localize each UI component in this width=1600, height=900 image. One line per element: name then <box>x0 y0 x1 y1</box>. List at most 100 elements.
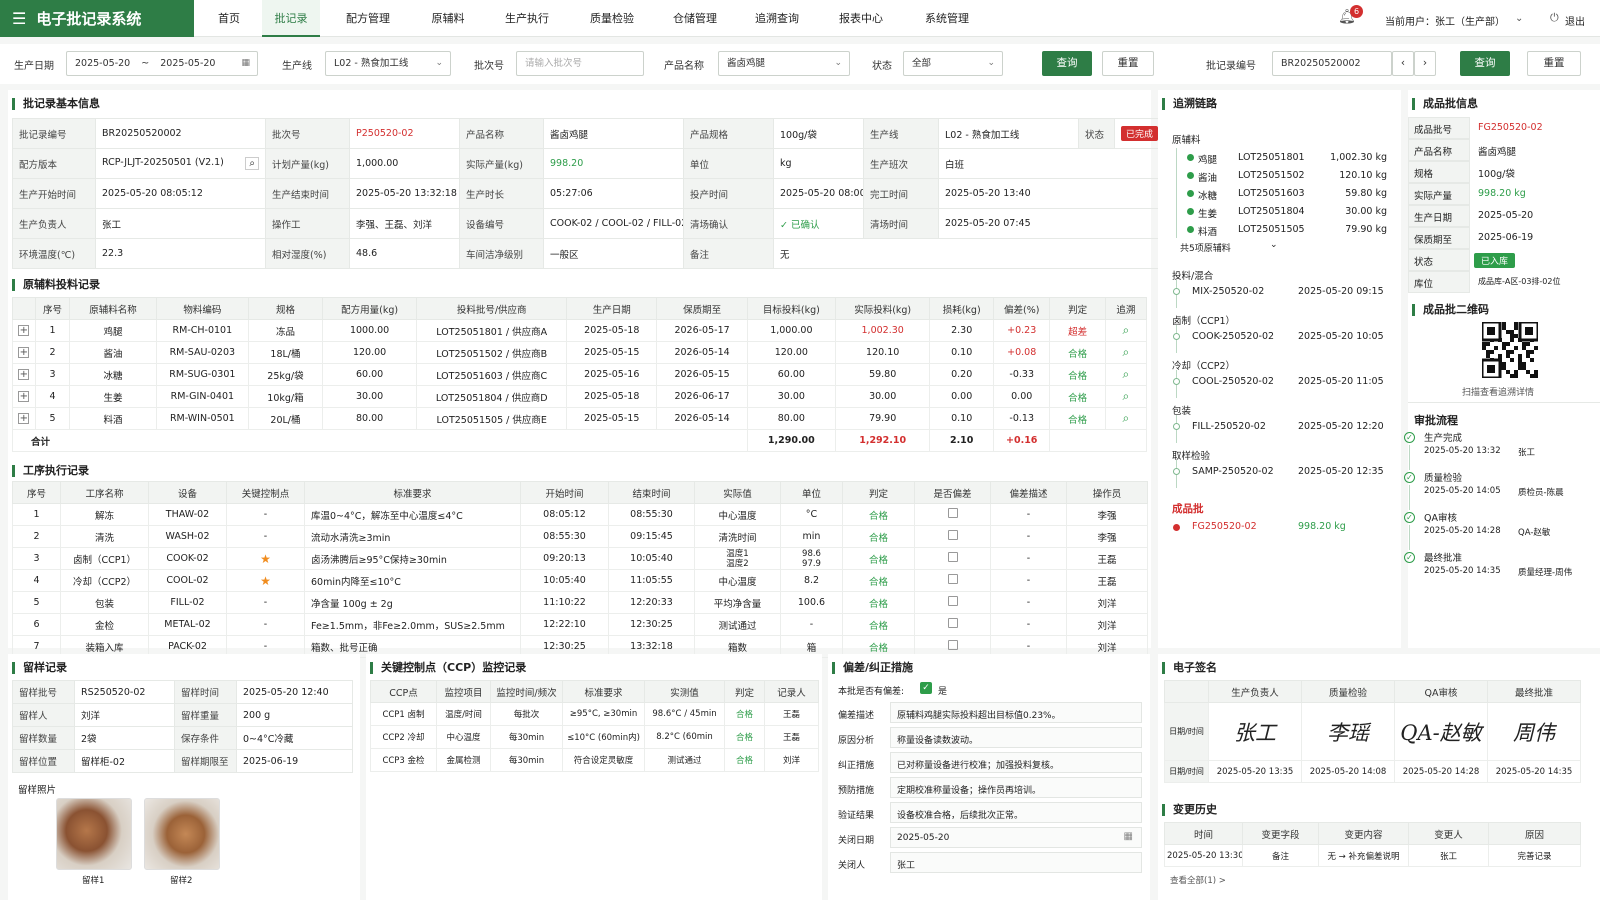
expand-cell[interactable]: + <box>12 385 36 408</box>
nav-trace[interactable]: 追溯查询 <box>742 0 812 37</box>
record-no-input[interactable]: BR20250520002 <box>1272 51 1392 76</box>
search-icon[interactable]: ⌕ <box>245 157 259 170</box>
nav-materials[interactable]: 原辅料 <box>418 0 478 37</box>
raw-name[interactable]: 鸡腿 <box>1198 152 1217 166</box>
history-more-link[interactable]: 查看全部(1) > <box>1170 874 1226 886</box>
date-range-picker[interactable]: 2025-05-20 ~ 2025-05-20 ▦ <box>66 51 258 76</box>
raw-lot[interactable]: LOT25051603 <box>1238 188 1305 199</box>
has-deviation-checkbox[interactable]: ✓ <box>920 682 932 694</box>
table-row[interactable]: 5 包装 FILL-02- 净含量 100g ± 2g 11:10:22 12:20:33… <box>12 591 1148 614</box>
deviation-checkbox[interactable] <box>947 618 958 628</box>
deviation-checkbox[interactable] <box>947 596 958 606</box>
deviation-check-cell[interactable] <box>914 613 991 636</box>
deviation-checkbox[interactable] <box>947 574 958 584</box>
trace-cell[interactable]: ⌕ <box>1104 363 1148 386</box>
line-select[interactable]: L02 - 熟食加工线 ⌄ <box>325 51 451 76</box>
deviation-check-cell[interactable] <box>914 503 991 526</box>
deviation-checkbox[interactable] <box>947 552 958 562</box>
table-row[interactable]: +4 生姜 RM-GIN-0401 10kg/箱 30.00 LOT25051804 / … <box>12 385 1148 408</box>
chevron-down-icon[interactable]: ⌄ <box>1515 13 1523 24</box>
trace-cell[interactable]: ⌕ <box>1104 341 1148 364</box>
table-row[interactable]: CCP3 金检 金属检测 每30min 符合设定灵敏度 测试通过 合格 刘洋 <box>370 748 819 772</box>
calendar-icon[interactable]: ▦ <box>1124 831 1133 842</box>
expand-icon[interactable]: + <box>18 369 30 380</box>
menu-icon[interactable]: ☰ <box>12 9 26 28</box>
table-row[interactable]: 2025-05-20 13:30 备注无 → 补充偏差说明 张工 完善记录 <box>1164 844 1581 867</box>
expand-icon[interactable]: + <box>18 391 30 402</box>
search-icon[interactable]: ⌕ <box>1123 323 1130 337</box>
raw-more-toggle[interactable]: 共5项原辅料 <box>1180 241 1231 254</box>
qr-code-icon[interactable] <box>1482 322 1538 378</box>
deviation-check-cell[interactable] <box>914 525 991 548</box>
deviation-field[interactable]: 张工 <box>890 852 1142 873</box>
search-icon[interactable]: ⌕ <box>1123 389 1130 403</box>
reset-button[interactable]: 重置 <box>1102 51 1154 76</box>
retain-photo-2[interactable] <box>144 798 220 870</box>
nav-quality[interactable]: 质量检验 <box>577 0 647 37</box>
table-row[interactable]: 1 解冻 THAW-02- 库温0~4°C，解冻至中心温度≤4°C 08:05:12 08… <box>12 503 1148 526</box>
trace-cell[interactable]: ⌕ <box>1104 385 1148 408</box>
deviation-field[interactable]: 设备校准合格，后续批次正常。 <box>890 802 1142 823</box>
table-row[interactable]: 6 金检 METAL-02- Fe≥1.5mm，非Fe≥2.0mm，SUS≥2.5mm… <box>12 613 1148 636</box>
nav-batch-record[interactable]: 批记录 <box>262 0 320 37</box>
chevron-down-icon[interactable]: ⌄ <box>1270 240 1278 250</box>
deviation-checkbox[interactable] <box>947 508 958 518</box>
stage-lot[interactable]: COOL-250520-02 <box>1192 376 1274 387</box>
trace-cell[interactable]: ⌕ <box>1104 407 1148 430</box>
nav-reports[interactable]: 报表中心 <box>826 0 896 37</box>
deviation-checkbox[interactable] <box>947 530 958 540</box>
deviation-checkbox[interactable] <box>947 640 958 650</box>
stage-lot[interactable]: COOK-250520-02 <box>1192 331 1274 342</box>
table-row[interactable]: +1 鸡腿 RM-CH-0101 冻品 1000.00 LOT25051801 / 供应商… <box>12 319 1148 342</box>
trace-cell[interactable]: ⌕ <box>1104 319 1148 342</box>
table-row[interactable]: +3 冰糖 RM-SUG-0301 25kg/袋 60.00 LOT25051603 / … <box>12 363 1148 386</box>
expand-cell[interactable]: + <box>12 363 36 386</box>
final-batch-lot[interactable]: FG250520-02 <box>1192 521 1257 532</box>
expand-cell[interactable]: + <box>12 319 36 342</box>
record-reset-button[interactable]: 重置 <box>1527 51 1581 76</box>
deviation-check-cell[interactable] <box>914 547 991 570</box>
stage-lot[interactable]: FILL-250520-02 <box>1192 421 1266 432</box>
expand-icon[interactable]: + <box>18 347 30 358</box>
batch-input[interactable]: 请输入批次号 <box>516 51 644 76</box>
next-record-button[interactable]: › <box>1414 51 1436 76</box>
raw-lot[interactable]: LOT25051801 <box>1238 152 1305 163</box>
expand-cell[interactable]: + <box>12 407 36 430</box>
nav-execution[interactable]: 生产执行 <box>494 0 560 37</box>
raw-lot[interactable]: LOT25051502 <box>1238 170 1305 181</box>
search-icon[interactable]: ⌕ <box>1123 345 1130 359</box>
record-query-button[interactable]: 查询 <box>1460 51 1510 76</box>
raw-name[interactable]: 冰糖 <box>1198 188 1217 202</box>
deviation-field[interactable]: 原辅料鸡腿实际投料超出目标值0.23%。 <box>890 702 1142 723</box>
expand-icon[interactable]: + <box>18 413 30 424</box>
table-row[interactable]: CCP1 卤制 温度/时间 每批次 ≥95°C, ≥30min 98.6°C / 45m… <box>370 702 819 726</box>
product-select[interactable]: 酱卤鸡腿 ⌄ <box>718 51 850 76</box>
table-row[interactable]: 2 清洗 WASH-02- 流动水清洗≥3min 08:55:30 09:15:45 清洗时… <box>12 525 1148 548</box>
prev-record-button[interactable]: ‹ <box>1392 51 1414 76</box>
table-row[interactable]: 3 卤制（CCP1） COOK-02 ★ 卤汤沸腾后≥95°C保持≥30min 09:20… <box>12 547 1148 570</box>
table-row[interactable]: CCP2 冷却 中心温度 每30min ≤10°C (60min内) 8.2°C (60… <box>370 725 819 749</box>
deviation-check-cell[interactable] <box>914 569 991 592</box>
logout-link[interactable]: 退出 <box>1565 13 1585 28</box>
deviation-field[interactable]: 2025-05-20 ▦ <box>890 827 1142 848</box>
search-icon[interactable]: ⌕ <box>1123 411 1130 425</box>
expand-icon[interactable]: + <box>18 325 30 336</box>
logout-icon[interactable]: ⏻ <box>1550 11 1559 25</box>
current-user[interactable]: 当前用户：张工（生产部） <box>1385 13 1505 28</box>
deviation-field[interactable]: 称量设备读数波动。 <box>890 727 1142 748</box>
raw-lot[interactable]: LOT25051505 <box>1238 224 1305 235</box>
raw-name[interactable]: 酱油 <box>1198 170 1217 184</box>
nav-system[interactable]: 系统管理 <box>912 0 982 37</box>
raw-name[interactable]: 生姜 <box>1198 206 1217 220</box>
stage-lot[interactable]: SAMP-250520-02 <box>1192 466 1274 477</box>
deviation-field[interactable]: 已对称量设备进行校准；加强投料复核。 <box>890 752 1142 773</box>
search-icon[interactable]: ⌕ <box>1123 367 1130 381</box>
retain-photo-1[interactable] <box>56 798 132 870</box>
nav-warehouse[interactable]: 仓储管理 <box>660 0 730 37</box>
deviation-field[interactable]: 定期校准称量设备；操作员再培训。 <box>890 777 1142 798</box>
table-row[interactable]: 4 冷却（CCP2） COOL-02 ★ 60min内降至≤10°C 10:05:40 11… <box>12 569 1148 592</box>
raw-name[interactable]: 料酒 <box>1198 224 1217 238</box>
table-row[interactable]: +2 酱油 RM-SAU-0203 18L/桶 120.00 LOT25051502 / … <box>12 341 1148 364</box>
status-select[interactable]: 全部 ⌄ <box>903 51 1003 76</box>
expand-cell[interactable]: + <box>12 341 36 364</box>
